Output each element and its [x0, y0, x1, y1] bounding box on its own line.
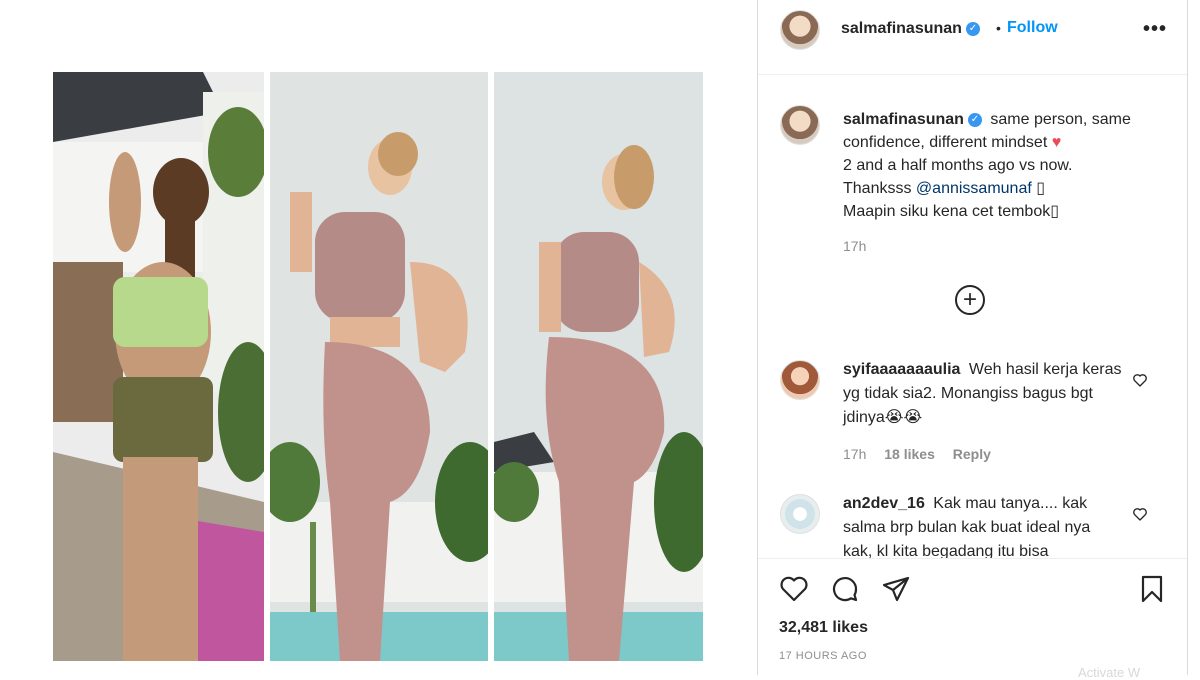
- author-username[interactable]: salmafinasunan ✓: [841, 20, 980, 38]
- comment-likes[interactable]: 18 likes: [884, 446, 935, 462]
- commenter-avatar[interactable]: [780, 360, 820, 400]
- likes-count[interactable]: 32,481 likes: [779, 619, 868, 637]
- heart-outline-icon[interactable]: [778, 573, 810, 605]
- comment-like-icon[interactable]: [1132, 372, 1148, 388]
- caption-line-2: 2 and a half months ago vs now.: [843, 157, 1073, 174]
- photo-panel-after-back: [494, 72, 703, 661]
- caption-text: salmafinasunan ✓ same person, same confid…: [843, 108, 1158, 223]
- post-actions: 32,481 likes 17 HOURS AGO Activate W: [758, 558, 1187, 680]
- author-avatar[interactable]: [780, 10, 820, 50]
- caption-avatar[interactable]: [780, 105, 820, 145]
- red-heart-emoji: ♥: [1051, 134, 1062, 151]
- follow-button[interactable]: Follow: [1007, 19, 1058, 37]
- comment-time[interactable]: 17h: [843, 446, 866, 462]
- post-header: salmafinasunan ✓ • Follow •••: [758, 0, 1187, 75]
- comment-text: an2dev_16 Kak mau tanya.... kak salma br…: [843, 492, 1123, 558]
- load-more-comments-button[interactable]: +: [955, 285, 985, 315]
- caption-line-3-suffix: ▯: [1036, 180, 1046, 197]
- comment-meta: 17h 18 likes Reply: [843, 446, 1005, 462]
- comment-like-icon[interactable]: [1132, 506, 1148, 522]
- reply-button[interactable]: Reply: [953, 446, 991, 462]
- comment-item: an2dev_16 Kak mau tanya.... kak salma br…: [758, 492, 1187, 558]
- mention-link[interactable]: @annissamunaf: [916, 180, 1032, 197]
- caption-line-3: Thanksss: [843, 180, 912, 197]
- verified-badge-icon: ✓: [965, 21, 980, 36]
- bookmark-icon[interactable]: [1136, 573, 1168, 605]
- caption-line-4: Maapin siku kena cet tembok▯: [843, 203, 1060, 220]
- commenter-avatar[interactable]: [780, 494, 820, 534]
- caption-username-text[interactable]: salmafinasunan: [843, 111, 964, 128]
- post-sidebar: salmafinasunan ✓ • Follow ••• salmafinasu…: [757, 0, 1188, 680]
- caption-time[interactable]: 17h: [843, 238, 866, 254]
- post-image[interactable]: [53, 72, 703, 661]
- more-options-icon[interactable]: •••: [1143, 18, 1167, 41]
- speech-bubble-icon[interactable]: [829, 573, 861, 605]
- verified-badge-icon: ✓: [967, 112, 982, 127]
- header-separator: •: [996, 20, 1001, 36]
- author-username-text[interactable]: salmafinasunan: [841, 20, 962, 37]
- photo-panel-before: [53, 72, 264, 661]
- commenter-username[interactable]: syifaaaaaaaulia: [843, 361, 960, 378]
- photo-panel-after-side: [270, 72, 488, 661]
- paper-plane-icon[interactable]: [880, 573, 912, 605]
- commenter-username[interactable]: an2dev_16: [843, 495, 925, 512]
- activate-windows-watermark: Activate W: [1078, 665, 1141, 680]
- caption-username[interactable]: salmafinasunan ✓: [843, 111, 982, 128]
- post-timestamp[interactable]: 17 HOURS AGO: [779, 650, 867, 662]
- comment-text: syifaaaaaaaulia Weh hasil kerja keras yg…: [843, 358, 1123, 430]
